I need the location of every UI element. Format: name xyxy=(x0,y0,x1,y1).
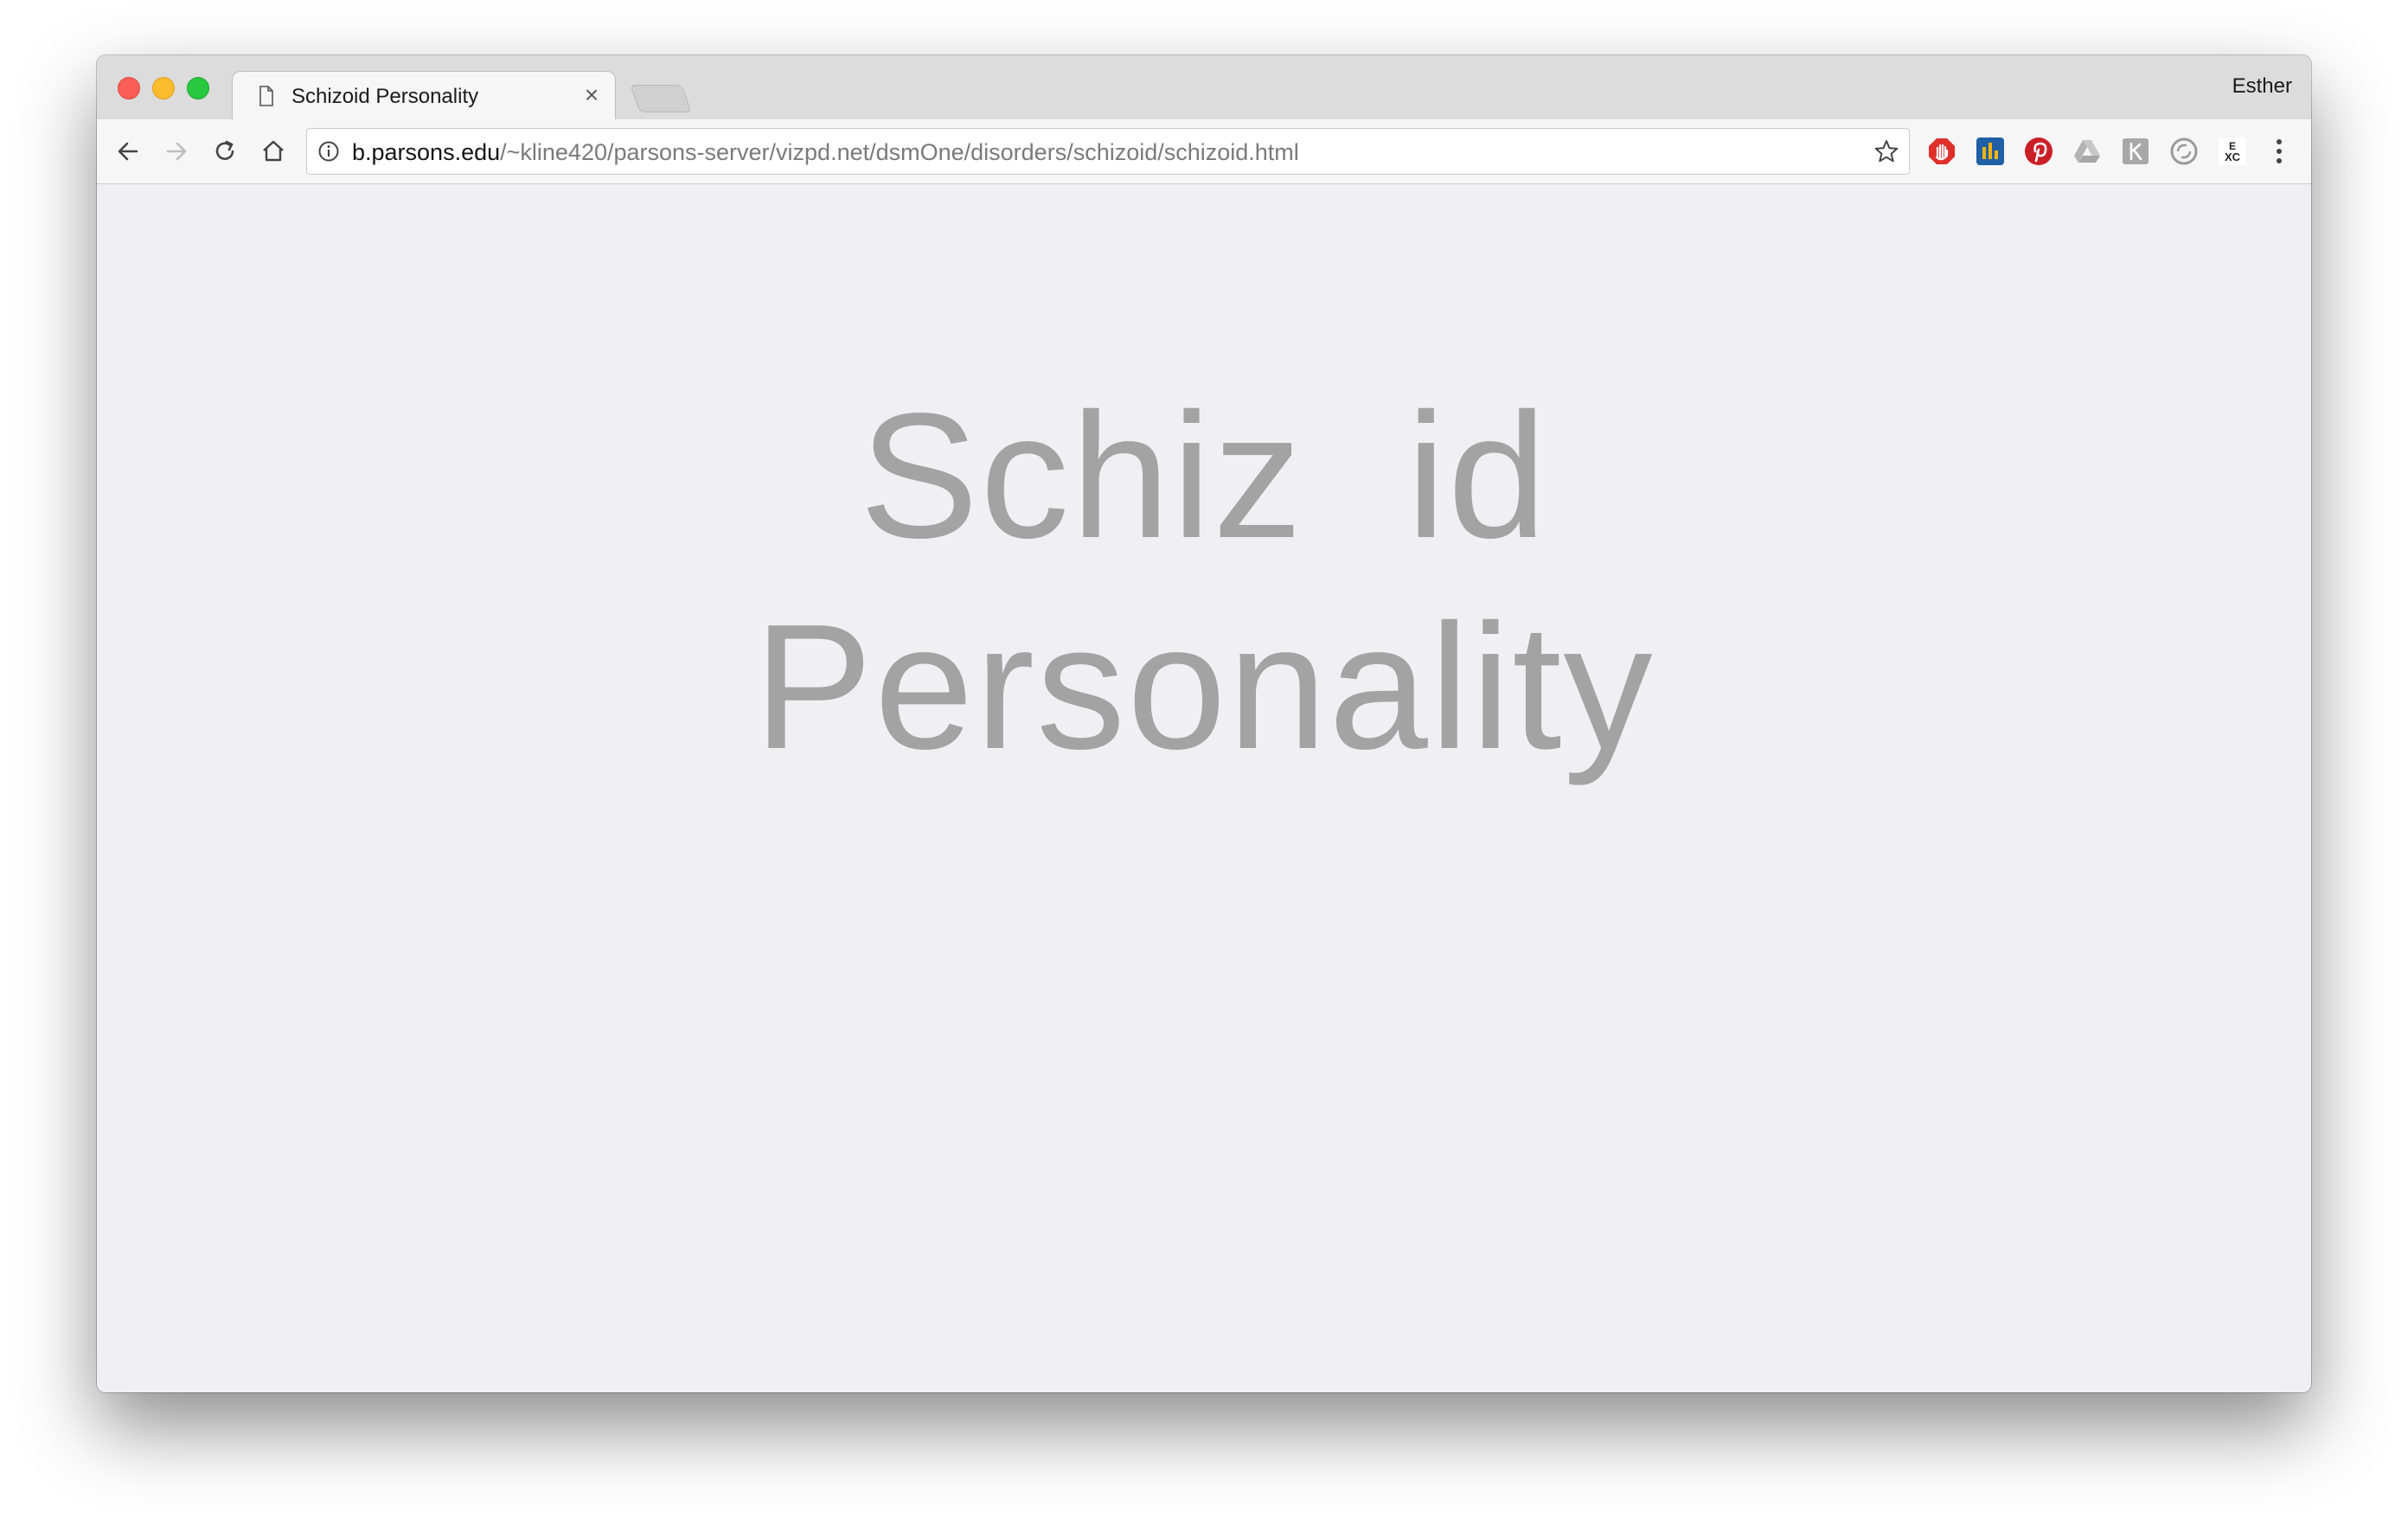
extension-k-icon[interactable] xyxy=(2121,137,2150,166)
forward-arrow-icon xyxy=(166,142,187,161)
forward-button[interactable] xyxy=(159,134,194,169)
drive-icon[interactable] xyxy=(2072,137,2102,166)
browser-window: Schizoid Personality × Esther b.parsons.… xyxy=(97,55,2311,1392)
close-window-button[interactable] xyxy=(118,77,140,99)
heading-line-2: Personality xyxy=(753,587,1655,786)
back-arrow-icon xyxy=(118,142,138,161)
back-button[interactable] xyxy=(111,134,145,169)
heading-line-1: Schiz id xyxy=(859,376,1549,575)
adblock-icon[interactable] xyxy=(1927,137,1956,166)
url-host: b.parsons.edu xyxy=(352,139,501,165)
more-options-icon[interactable] xyxy=(2273,137,2285,166)
reload-button[interactable] xyxy=(208,134,242,169)
tab-title: Schizoid Personality xyxy=(291,85,479,108)
tab-close-icon[interactable]: × xyxy=(579,81,605,108)
page-heading: Schiz id Personality xyxy=(97,370,2311,792)
page-content: Schiz id Personality xyxy=(97,184,2311,1392)
pinterest-icon[interactable] xyxy=(2024,137,2053,166)
home-button[interactable] xyxy=(256,134,291,169)
minimize-window-button[interactable] xyxy=(152,77,175,99)
url-text[interactable]: b.parsons.edu/~kline420/parsons-server/v… xyxy=(352,139,1299,166)
toolbar: b.parsons.edu/~kline420/parsons-server/v… xyxy=(97,119,2311,184)
title-bar: Schizoid Personality × Esther xyxy=(97,55,2311,122)
url-path: /~kline420/parsons-server/vizpd.net/dsmO… xyxy=(500,139,1299,165)
maximize-window-button[interactable] xyxy=(187,77,209,99)
home-icon xyxy=(263,140,284,162)
document-icon xyxy=(259,86,273,106)
bookmark-star-icon[interactable] xyxy=(1873,138,1900,165)
address-bar[interactable]: b.parsons.edu/~kline420/parsons-server/v… xyxy=(306,128,1910,175)
svg-text:XC: XC xyxy=(2225,150,2241,163)
profile-name[interactable]: Esther xyxy=(2232,74,2292,99)
fxc-icon[interactable]: E XC xyxy=(2218,137,2247,166)
stats-icon[interactable] xyxy=(1976,137,2005,166)
new-tab-button[interactable] xyxy=(630,85,692,112)
tab-schizoid-personality[interactable]: Schizoid Personality × xyxy=(232,71,616,122)
sync-icon[interactable] xyxy=(2169,137,2199,166)
reload-icon xyxy=(215,140,234,160)
info-icon[interactable] xyxy=(317,140,340,163)
